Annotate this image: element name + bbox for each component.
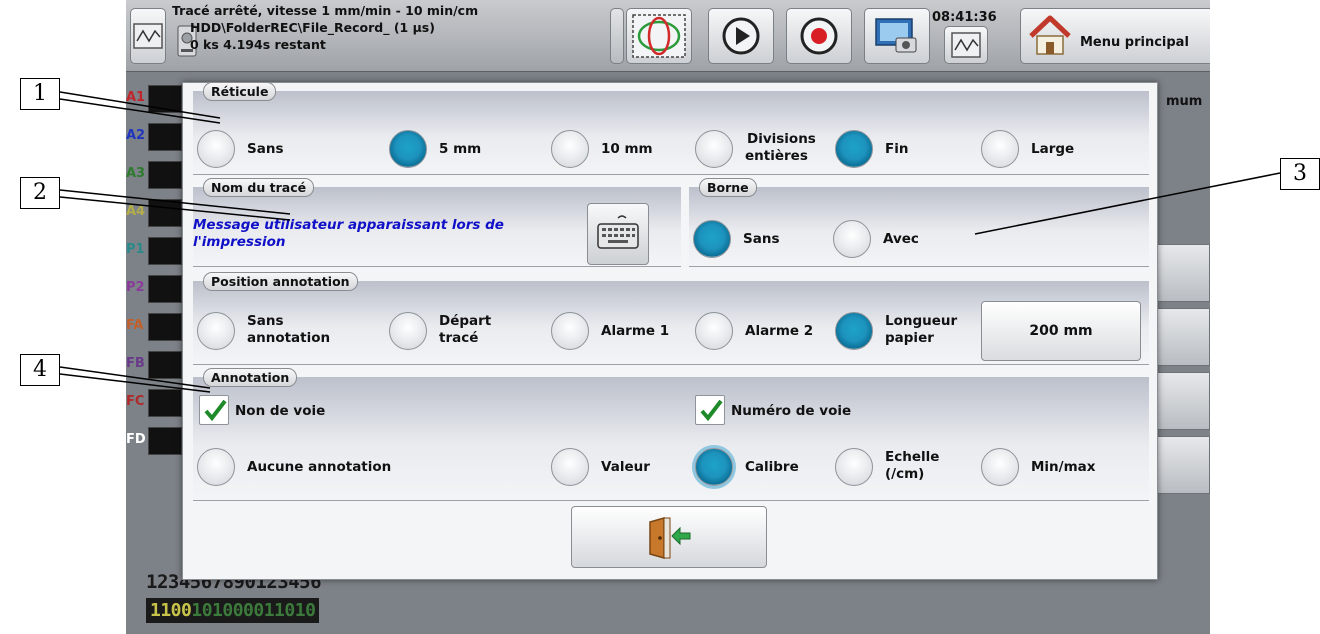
callout-2: 2 [20, 177, 60, 209]
callout-3: 3 [1280, 158, 1320, 190]
callout-4: 4 [20, 354, 60, 386]
callout-1: 1 [20, 78, 60, 110]
callout-lines [59, 91, 1281, 393]
